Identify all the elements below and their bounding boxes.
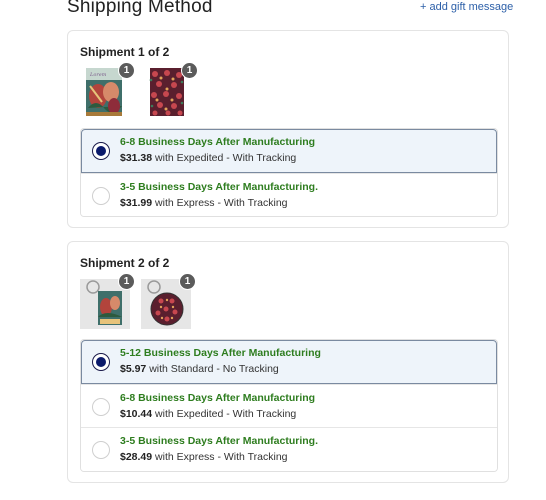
notebook-floral-image xyxy=(149,68,184,116)
option-delivery-time: 5-12 Business Days After Manufacturing xyxy=(120,347,321,359)
option-price-method: $28.49 with Express - With Tracking xyxy=(120,451,288,463)
radio-button-selected[interactable] xyxy=(92,142,110,160)
option-method: with Expedited - With Tracking xyxy=(152,152,297,164)
option-delivery-time: 6-8 Business Days After Manufacturing xyxy=(120,391,316,404)
shipment-card-2: Shipment 2 of 2 1 1 5-12 Business Days A… xyxy=(67,241,509,483)
quantity-badge: 1 xyxy=(181,62,198,79)
shipment-title: Shipment 2 of 2 xyxy=(80,256,170,270)
option-price: $31.38 xyxy=(120,152,153,164)
svg-text:Lorem: Lorem xyxy=(89,72,107,78)
option-price-method: $31.38 with Expedited - With Tracking xyxy=(120,152,296,164)
option-method: with Expedited - With Tracking xyxy=(152,407,297,420)
product-thumbnail-keychain-rectangle: 1 xyxy=(80,273,135,329)
product-thumbnail-notebook-floral: 1 xyxy=(147,62,198,118)
shipping-options-list: 6-8 Business Days After Manufacturing $3… xyxy=(80,128,498,217)
radio-button[interactable] xyxy=(92,397,110,416)
radio-button[interactable] xyxy=(92,441,110,459)
option-price: $10.44 xyxy=(120,407,153,420)
shipping-option-express[interactable]: 3-5 Business Days After Manufacturing. $… xyxy=(81,172,497,216)
option-price: $28.49 xyxy=(120,451,153,463)
option-method: with Express - With Tracking xyxy=(152,196,288,209)
shipping-option-expedited[interactable]: 6-8 Business Days After Manufacturing $3… xyxy=(81,129,497,173)
option-method: with Standard - No Tracking xyxy=(146,363,279,375)
product-thumbnail-keychain-round: 1 xyxy=(141,273,196,329)
shipping-options-list: 5-12 Business Days After Manufacturing $… xyxy=(80,339,498,472)
radio-button-selected[interactable] xyxy=(92,353,110,371)
option-price-method: $31.99 with Express - With Tracking xyxy=(120,197,288,209)
option-price-method: $10.44 with Expedited - With Tracking xyxy=(120,408,296,420)
shipping-option-expedited[interactable]: 6-8 Business Days After Manufacturing $1… xyxy=(81,383,497,427)
quantity-badge: 1 xyxy=(118,273,135,290)
option-delivery-time: 3-5 Business Days After Manufacturing. xyxy=(120,180,318,193)
quantity-badge: 1 xyxy=(118,62,135,79)
shipping-option-standard[interactable]: 5-12 Business Days After Manufacturing $… xyxy=(81,340,497,384)
add-gift-message-link[interactable]: + add gift message xyxy=(420,1,513,13)
shipment-title: Shipment 1 of 2 xyxy=(80,45,170,59)
option-price: $5.97 xyxy=(120,363,147,375)
option-delivery-time: 3-5 Business Days After Manufacturing. xyxy=(120,435,318,447)
option-method: with Express - With Tracking xyxy=(152,451,288,463)
option-price: $31.99 xyxy=(120,196,153,209)
notebook-tropical-image: Lorem xyxy=(86,68,122,116)
option-price-method: $5.97 with Standard - No Tracking xyxy=(120,363,279,375)
shipping-option-express[interactable]: 3-5 Business Days After Manufacturing. $… xyxy=(81,427,497,471)
shipment-card-1: Shipment 1 of 2 Lorem 1 1 6-8 Business D… xyxy=(67,30,509,228)
option-delivery-time: 6-8 Business Days After Manufacturing xyxy=(120,136,316,148)
quantity-badge: 1 xyxy=(179,273,196,290)
product-thumbnail-notebook-tropical: Lorem 1 xyxy=(84,62,135,118)
page-title: Shipping Method xyxy=(67,0,213,17)
radio-button[interactable] xyxy=(92,186,110,205)
